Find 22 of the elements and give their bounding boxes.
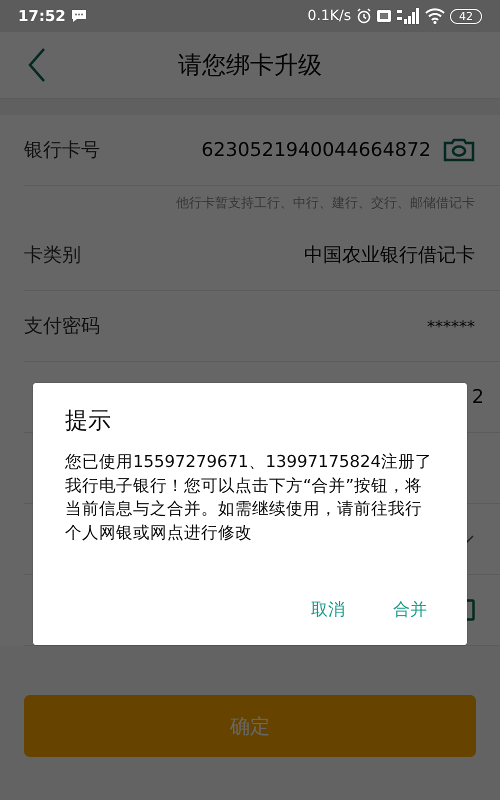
field-value: 中国农业银行借记卡 [304, 243, 475, 268]
battery-indicator: 42 [450, 8, 482, 24]
signal-icon [396, 8, 420, 24]
dialog-button[interactable]: 合并 [389, 594, 431, 625]
field-value: ****** [427, 316, 475, 336]
field-value: 2 [472, 386, 484, 408]
hd-icon [377, 10, 391, 22]
alarm-icon [356, 8, 372, 24]
dialog-title: 提示 [65, 407, 112, 436]
dialog-message: 您已使用15597279671、13997175824注册了我行电子银行！您可以点击下方“合并”按钮，将当前信息与之合并。如需继续使用，请前往我行个人网银或网点进行修改 [65, 451, 433, 544]
field-label: 卡类别 [24, 243, 81, 268]
page-title: 请您绑卡升级 [178, 50, 322, 81]
message-icon [70, 9, 87, 23]
status-time: 17:52 [18, 7, 66, 25]
back-icon[interactable] [28, 48, 46, 82]
dialog-button[interactable]: 取消 [307, 594, 349, 625]
network-speed: 0.1K/s [308, 8, 351, 24]
wifi-icon [425, 8, 445, 24]
field-label: 支付密码 [24, 314, 100, 339]
field-label: 银行卡号 [24, 138, 100, 163]
field-value: 6230521940044664872 [201, 139, 431, 161]
camera-icon[interactable] [443, 138, 475, 162]
